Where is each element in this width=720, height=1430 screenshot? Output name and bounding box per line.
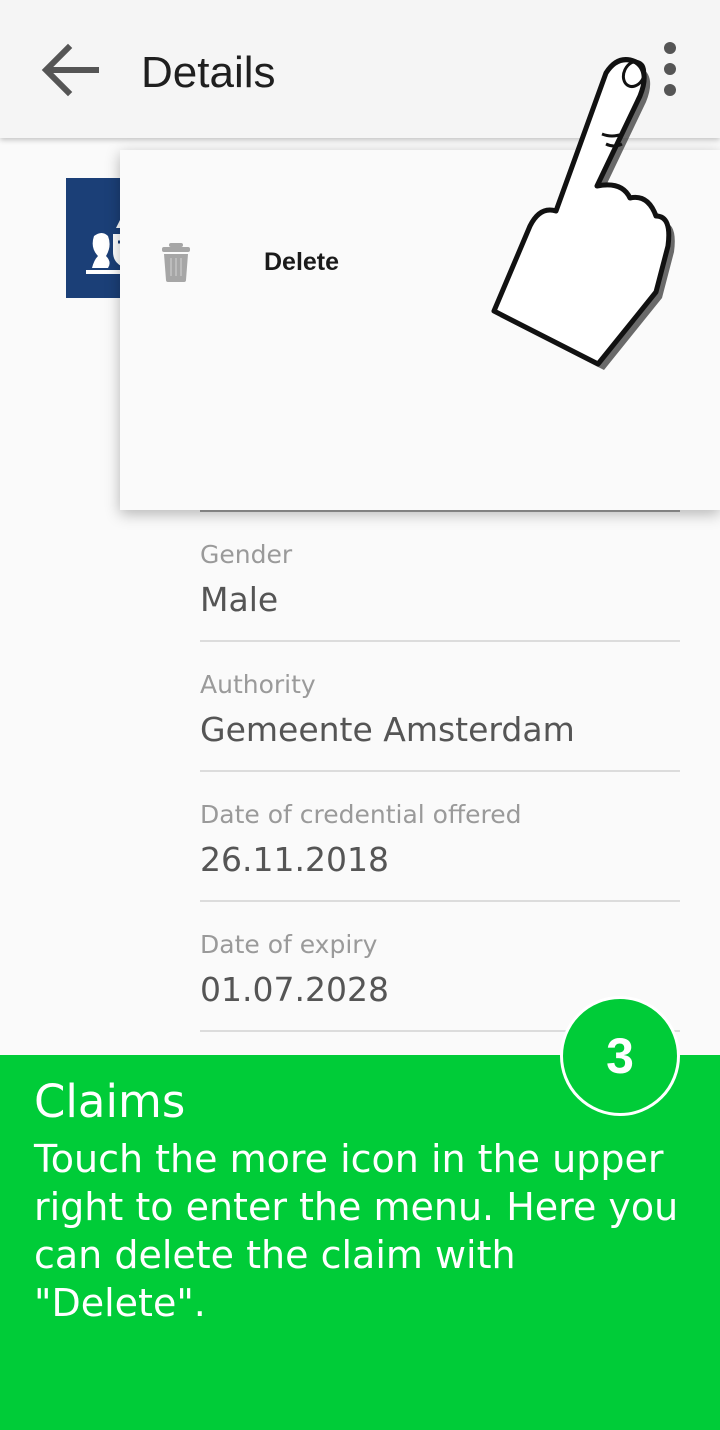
field-value: Gemeente Amsterdam xyxy=(200,710,575,749)
tutorial-text: Touch the more icon in the upper right t… xyxy=(34,1137,679,1325)
field-label: Gender xyxy=(200,540,293,569)
field-date-offered: Date of credential offered 26.11.2018 xyxy=(200,772,680,902)
menu-item-label: Delete xyxy=(264,248,340,276)
page-title: Details xyxy=(141,48,276,97)
field-gender: Gender Male xyxy=(200,510,680,642)
field-value: Male xyxy=(200,580,279,619)
pointing-hand-icon xyxy=(491,57,675,370)
field-authority: Authority Gemeente Amsterdam xyxy=(200,642,680,772)
field-label: Date of credential offered xyxy=(200,800,522,829)
arrow-left-icon xyxy=(41,43,99,97)
step-badge: 3 xyxy=(560,996,680,1116)
trash-icon xyxy=(162,243,190,282)
tutorial-title: Claims xyxy=(34,1075,186,1128)
field-label: Authority xyxy=(200,670,316,699)
field-label: Date of expiry xyxy=(200,930,378,959)
back-button[interactable] xyxy=(38,40,102,100)
field-value: 26.11.2018 xyxy=(200,840,389,879)
claim-fields: Gender Male Authority Gemeente Amsterdam… xyxy=(200,510,680,1032)
field-value: 01.07.2028 xyxy=(200,970,389,1009)
